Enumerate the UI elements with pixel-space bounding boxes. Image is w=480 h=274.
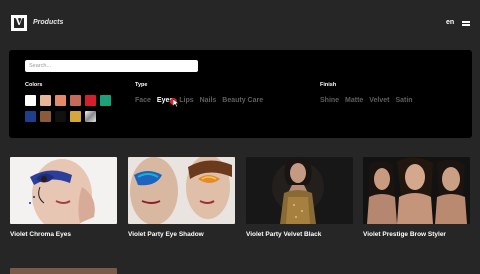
type-option-lips[interactable]: Lips [179,97,193,104]
color-swatch[interactable] [85,111,96,122]
finish-option-satin[interactable]: Satin [395,97,412,104]
type-option-nails[interactable]: Nails [200,97,217,104]
product-card[interactable]: Violet Chroma Eyes [10,157,117,238]
color-swatch[interactable] [25,111,36,122]
color-swatch[interactable] [55,111,66,122]
filter-panel: Colors Type Finish Face Eyes Lips Nails … [9,50,472,138]
color-swatch[interactable] [55,95,66,106]
product-card[interactable]: Violet Party Velvet Black [246,157,353,238]
hamburger-menu-icon[interactable] [462,21,470,27]
product-name[interactable]: Violet Prestige Brow Styler [363,231,470,238]
color-swatch[interactable] [100,95,111,106]
brand-logo[interactable]: V [11,15,27,31]
color-swatch[interactable] [40,95,51,106]
product-image[interactable] [10,157,117,224]
color-swatch[interactable] [85,95,96,106]
color-swatch[interactable] [70,111,81,122]
product-image-partial[interactable] [10,268,117,274]
top-bar: V Products en [0,0,480,46]
product-name[interactable]: Violet Chroma Eyes [10,231,117,238]
product-card[interactable]: Violet Prestige Brow Styler [363,157,470,238]
type-option-face[interactable]: Face [135,97,151,104]
color-swatch[interactable] [25,95,36,106]
colors-label: Colors [25,82,43,88]
product-image[interactable] [246,157,353,224]
color-swatch[interactable] [40,111,51,122]
type-label: Type [135,82,148,88]
finish-option-velvet[interactable]: Velvet [369,97,389,104]
product-image[interactable] [363,157,470,224]
product-card[interactable]: Violet Party Eye Shadow [128,157,235,238]
mouse-pointer-icon [170,97,180,107]
product-image[interactable] [128,157,235,224]
product-name[interactable]: Violet Party Eye Shadow [128,231,235,238]
color-swatch[interactable] [70,95,81,106]
type-options: Face Eyes Lips Nails Beauty Care [135,97,267,104]
search-input[interactable] [25,60,198,72]
finish-option-shine[interactable]: Shine [320,97,339,104]
page-title: Products [33,19,64,26]
product-name[interactable]: Violet Party Velvet Black [246,231,353,238]
logo-letter: V [14,18,24,28]
finish-label: Finish [320,82,337,88]
language-switch[interactable]: en [446,19,454,26]
type-option-beauty-care[interactable]: Beauty Care [222,97,263,104]
finish-option-matte[interactable]: Matte [345,97,363,104]
finish-options: Shine Matte Velvet Satin [320,97,417,104]
